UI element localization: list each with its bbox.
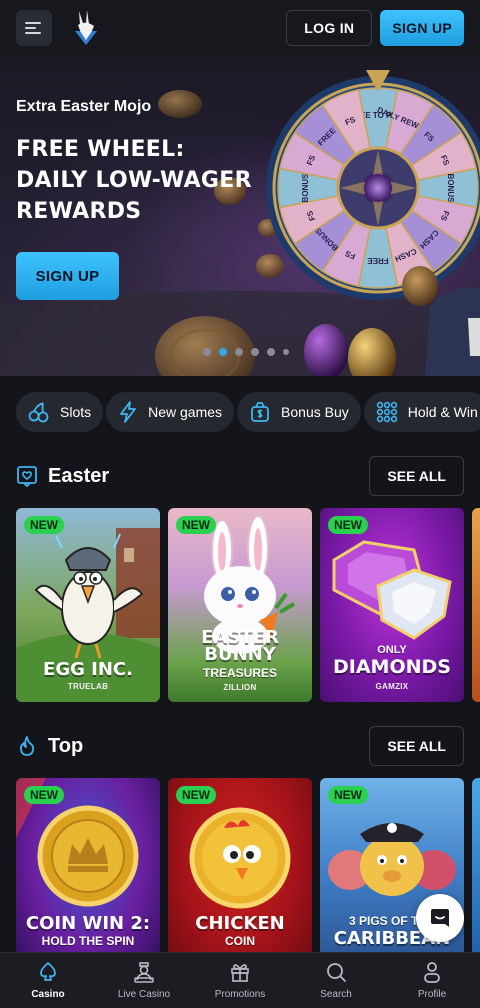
signup-button[interactable]: SIGN UP [380, 10, 464, 46]
promo-banner[interactable]: FREE TO PLAY DAILY REWARD FS FS BONUS FS CASH C… [0, 56, 480, 376]
chip-label: Slots [60, 404, 92, 420]
category-chips: Slots New games Bonus Buy Hold & Win [16, 392, 480, 432]
game-title: DIAMONDS [333, 656, 451, 678]
brand-logo[interactable] [68, 8, 104, 48]
game-provider: GAMZIX [375, 682, 409, 691]
banner-title-line: FREE WHEEL: [16, 137, 185, 162]
dealer-icon [134, 962, 154, 983]
section-title: Easter [48, 464, 110, 487]
game-provider: ZILLION [223, 683, 257, 692]
new-badge: NEW [176, 786, 216, 804]
gift-icon [231, 964, 249, 982]
nav-live-casino[interactable]: Live Casino [96, 953, 192, 1008]
game-title: COIN WIN 2: [25, 913, 151, 934]
chip-label: Hold & Win [407, 404, 478, 420]
game-card-easter-bunny[interactable]: NEW EASTER BUNNY TREASURES ZILLION [168, 508, 312, 702]
nav-search[interactable]: Search [288, 953, 384, 1008]
user-icon [424, 962, 440, 983]
game-subtitle: COIN [225, 934, 255, 948]
wheel-segment-label: BONUS [301, 173, 310, 203]
wheel-segment-label: BONUS [446, 174, 455, 204]
section-title: Top [48, 734, 84, 757]
carousel-dots [203, 348, 289, 356]
carousel-dot[interactable] [251, 348, 259, 356]
carousel-dot[interactable] [219, 348, 227, 356]
game-title: BUNNY [204, 644, 276, 665]
flame-icon [19, 736, 35, 756]
game-card-3-pigs[interactable]: NEW 3 PIGS OF THE CARIBBEAN [320, 778, 464, 972]
see-all-button[interactable]: SEE ALL [369, 456, 464, 496]
nav-profile[interactable]: Profile [384, 953, 480, 1008]
chip-label: Bonus Buy [281, 404, 349, 420]
section-easter-header: Easter SEE ALL [16, 456, 464, 496]
chat-icon [431, 909, 449, 927]
easter-games-row: NEW EGG INC. TRUELAB NEW EASTER BUNNY TR… [16, 508, 480, 702]
carousel-dot[interactable] [267, 348, 275, 356]
grid-dots-icon [376, 401, 397, 423]
banner-title-line: REWARDS [16, 199, 142, 224]
chip-bonus-buy[interactable]: Bonus Buy [237, 392, 361, 432]
login-button[interactable]: LOG IN [286, 10, 373, 46]
heart-shield-icon [17, 466, 37, 487]
section-top-header: Top SEE ALL [16, 726, 464, 766]
nav-label: Promotions [214, 989, 266, 1000]
game-card-partial[interactable] [472, 508, 480, 702]
search-icon [327, 963, 346, 982]
menu-button[interactable] [16, 10, 52, 46]
nav-label: Casino [31, 989, 65, 1000]
carousel-dot[interactable] [203, 348, 211, 356]
chip-new-games[interactable]: New games [106, 392, 235, 432]
top-header: LOG IN SIGN UP [0, 0, 480, 56]
carousel-dot[interactable] [283, 349, 289, 355]
chip-slots[interactable]: Slots [16, 392, 104, 432]
new-badge: NEW [328, 516, 368, 534]
game-title: EGG INC. [43, 659, 133, 680]
carousel-dot[interactable] [235, 348, 243, 356]
bottom-navigation: Casino Live Casino Promotions Search Pro… [0, 952, 480, 1008]
banner-title-line: DAILY LOW-WAGER [16, 168, 252, 193]
new-badge: NEW [24, 786, 64, 804]
chat-support-button[interactable] [416, 894, 464, 942]
new-badge: NEW [176, 516, 216, 534]
chip-label: New games [148, 404, 223, 420]
new-badge: NEW [24, 516, 64, 534]
top-games-row: NEW COIN WIN 2: HOLD THE SPIN NEW CHICKE… [16, 778, 480, 972]
game-pretitle: ONLY [377, 644, 407, 656]
chip-hold-and-win[interactable]: Hold & Win [363, 392, 480, 432]
game-title: CHICKEN [195, 913, 285, 934]
wheel-segment-label: FREE [367, 256, 389, 265]
banner-subtitle: Extra Easter Mojo [16, 98, 152, 115]
hamburger-icon [25, 22, 41, 34]
game-card-only-diamonds[interactable]: NEW ONLY DIAMONDS GAMZIX [320, 508, 464, 702]
spade-icon [40, 962, 56, 981]
game-card-partial[interactable] [472, 778, 480, 972]
dollar-bag-icon [251, 402, 269, 422]
nav-label: Live Casino [117, 989, 171, 1000]
game-card-egg-inc[interactable]: NEW EGG INC. TRUELAB [16, 508, 160, 702]
lightning-icon [120, 401, 137, 423]
cherries-icon [28, 402, 49, 423]
see-all-button[interactable]: SEE ALL [369, 726, 464, 766]
nav-label: Profile [417, 989, 447, 1000]
nav-promotions[interactable]: Promotions [192, 953, 288, 1008]
banner-signup-button[interactable]: SIGN UP [16, 252, 119, 300]
game-subtitle: HOLD THE SPIN [41, 934, 135, 948]
game-subtitle: TREASURES [202, 666, 277, 680]
new-badge: NEW [328, 786, 368, 804]
rabbit-logo-icon [75, 10, 97, 45]
game-provider: TRUELAB [67, 682, 109, 691]
game-card-chicken-coin[interactable]: NEW CHICKEN COIN [168, 778, 312, 972]
nav-label: Search [320, 989, 352, 1000]
banner-title: FREE WHEEL: DAILY LOW-WAGER REWARDS [16, 134, 256, 227]
game-card-coin-win-2[interactable]: NEW COIN WIN 2: HOLD THE SPIN [16, 778, 160, 972]
nav-casino[interactable]: Casino [0, 953, 96, 1008]
